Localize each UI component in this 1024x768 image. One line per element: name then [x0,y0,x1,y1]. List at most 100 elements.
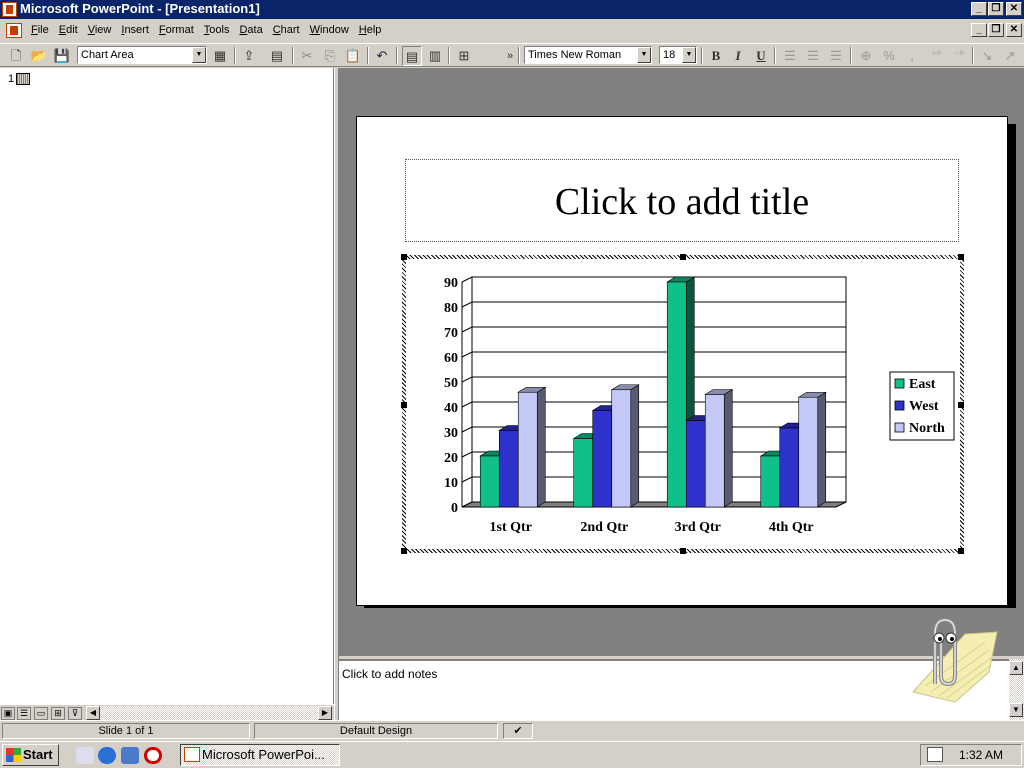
menu-help[interactable]: Help [354,24,387,36]
minimize-button[interactable]: _ [971,2,987,16]
doc-close-button[interactable]: ✕ [1006,23,1022,37]
currency-style-icon[interactable]: ⊕ [856,46,876,66]
menu-chart[interactable]: Chart [268,24,305,36]
y-tick-label: 50 [444,376,458,391]
increase-decimal-icon[interactable]: ⁺⁰ [926,46,946,66]
font-size-dropdown[interactable]: 18 ▼ [659,46,697,64]
bar-north [798,396,819,508]
outline-slide-entry[interactable]: 1 [8,73,31,85]
clock[interactable]: 1:32 AM [959,748,1003,762]
outline-view-icon[interactable]: ☰ [17,707,31,720]
import-file-icon[interactable]: ⇪ [239,46,259,66]
legend-label-west: West [909,399,939,414]
start-button[interactable]: Start [2,744,59,766]
y-tick-label: 80 [444,301,458,316]
title-placeholder-text: Click to add title [554,181,810,223]
data-table-icon[interactable]: ⊞ [454,46,474,66]
spelling-status-icon[interactable]: ✔ [503,723,533,739]
title-placeholder[interactable]: Click to add title [405,159,959,242]
outline-horizontal-scrollbar[interactable] [100,706,318,720]
doc-restore-button[interactable]: ❐ [988,23,1004,37]
slide-sorter-view-icon[interactable]: ⊞ [51,707,65,720]
scheduler-tray-icon[interactable] [927,747,943,762]
taskbar-task-label: Microsoft PowerPoi... [202,747,325,762]
open-folder-icon[interactable]: 📂 [29,46,49,66]
outline-pane[interactable]: 1 [0,68,334,704]
y-tick-label: 60 [444,351,458,366]
format-chart-area-icon[interactable]: ▦ [210,46,230,66]
slide-show-icon[interactable]: ⊽ [68,707,82,720]
notes-vertical-scrollbar[interactable]: ▲ ▼ [1009,659,1024,720]
paste-icon[interactable]: 📋 [343,46,363,66]
chevron-down-icon[interactable]: ▼ [192,47,206,63]
scroll-right-icon[interactable]: ▶ [318,706,332,720]
x-tick-label: 3rd Qtr [675,520,721,535]
view-buttons-bar: ▣ ☰ ▭ ⊞ ⊽ ◀ ▶ [0,704,334,720]
underline-button[interactable]: U [751,46,771,66]
angle-text-down-icon[interactable]: ↘ [977,46,997,66]
slide-icon [16,73,31,85]
menu-file[interactable]: File [26,24,54,36]
legend-swatch-north [894,422,905,433]
chart-object-value: Chart Area [81,49,134,61]
toolbar-overflow-icon[interactable]: » [500,46,520,66]
chart-object-dropdown[interactable]: Chart Area ▼ [77,46,207,64]
align-center-icon[interactable]: ☰ [803,46,823,66]
align-left-icon[interactable]: ☰ [780,46,800,66]
slide-number: 1 [8,73,15,85]
cut-icon[interactable]: ✂ [297,46,317,66]
align-right-icon[interactable]: ☰ [826,46,846,66]
windows-logo-icon [6,748,21,762]
menu-data[interactable]: Data [234,24,267,36]
status-design[interactable]: Default Design [254,723,498,739]
restore-button[interactable]: ❐ [988,2,1004,16]
menu-insert[interactable]: Insert [116,24,154,36]
save-icon[interactable]: 💾 [52,46,72,66]
office-assistant-clippy-icon[interactable] [895,612,1005,707]
document-control-icon[interactable] [6,23,22,38]
menu-tools[interactable]: Tools [199,24,235,36]
chart-area[interactable]: 0 10 20 30 40 50 60 70 80 90 1st Qtr 2nd Qtr 3rd Qtr… [406,259,960,549]
menu-edit[interactable]: Edit [54,24,83,36]
menu-bar: File Edit View Insert Format Tools Data … [0,20,1024,42]
decrease-decimal-icon[interactable]: ⁻⁰ [949,46,969,66]
slide-view-icon[interactable]: ▭ [34,707,48,720]
by-column-icon[interactable]: ▥ [425,46,445,66]
copy-icon[interactable]: ⎘ [320,46,340,66]
font-name-value: Times New Roman [528,49,622,61]
taskbar-powerpoint-button[interactable]: Microsoft PowerPoi... [180,744,340,766]
close-button[interactable]: ✕ [1006,2,1022,16]
y-tick-label: 40 [444,401,458,416]
italic-button[interactable]: I [728,46,748,66]
percent-style-icon[interactable]: % [879,46,899,66]
show-desktop-icon[interactable] [76,747,94,764]
menu-window[interactable]: Window [305,24,354,36]
bold-button[interactable]: B [706,46,726,66]
scroll-left-icon[interactable]: ◀ [86,706,100,720]
menu-format[interactable]: Format [154,24,199,36]
font-name-dropdown[interactable]: Times New Roman ▼ [524,46,652,64]
normal-view-icon[interactable]: ▣ [1,707,15,720]
chevron-down-icon[interactable]: ▼ [637,47,651,63]
bar-west [498,430,519,508]
powerpoint-app-icon [184,747,200,762]
scroll-down-icon[interactable]: ▼ [1009,703,1023,717]
window-title-bar[interactable]: Microsoft PowerPoint - [Presentation1] _… [0,0,1024,19]
chevron-down-icon[interactable]: ▼ [682,47,696,63]
doc-minimize-button[interactable]: _ [971,23,987,37]
internet-explorer-icon[interactable] [98,747,116,764]
bar-north [611,389,632,508]
outlook-express-icon[interactable] [121,747,139,764]
legend-label-north: North [909,421,945,436]
powerpoint-app-icon[interactable] [2,2,17,17]
y-tick-label: 70 [444,326,458,341]
comma-style-icon[interactable]: , [902,46,922,66]
menu-view[interactable]: View [83,24,117,36]
undo-icon[interactable]: ↶ [372,46,392,66]
new-icon[interactable]: 🗋 [6,46,26,66]
view-datasheet-icon[interactable]: ▤ [267,46,287,66]
scroll-up-icon[interactable]: ▲ [1009,661,1023,675]
opera-icon[interactable] [144,747,162,764]
by-row-icon[interactable]: ▤ [402,46,422,66]
angle-text-up-icon[interactable]: ↗ [1000,46,1020,66]
